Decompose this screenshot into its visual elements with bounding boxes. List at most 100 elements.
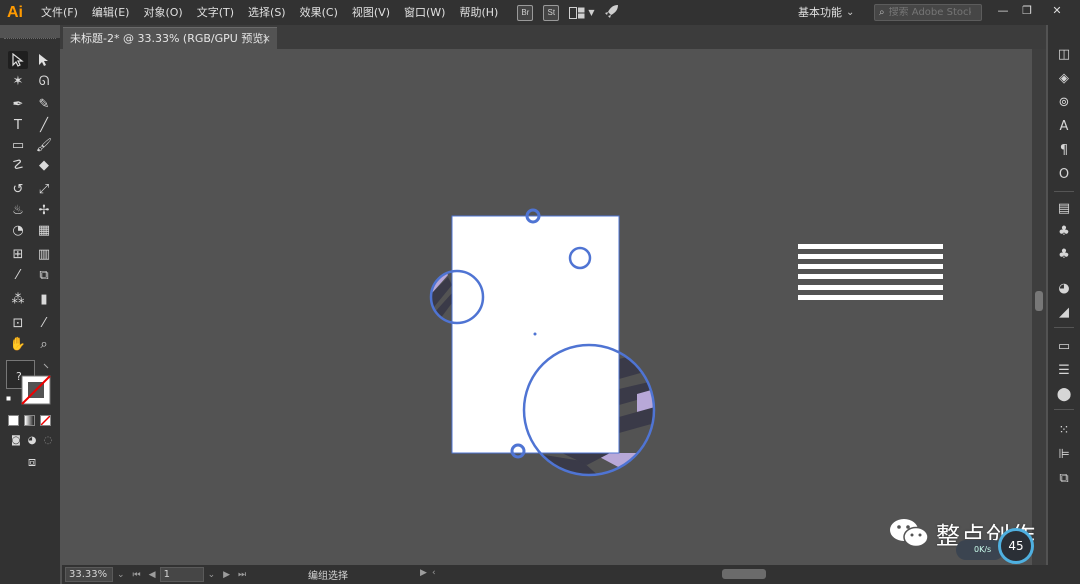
close-window-button[interactable]: ✕ [1044, 0, 1070, 22]
rocket-icon[interactable] [604, 3, 620, 22]
selection-tool-icon[interactable] [8, 51, 28, 69]
symbols-icon[interactable]: ♣ [1054, 222, 1074, 240]
mesh-tool-icon[interactable]: ⊞ [8, 245, 28, 263]
menu-object[interactable]: 对象(O) [136, 0, 189, 25]
warp-tool-icon[interactable]: ♨ [8, 201, 28, 219]
close-tab-button[interactable]: × [262, 28, 271, 49]
perspective-grid-tool-icon[interactable]: ▦ [34, 221, 54, 239]
draw-inside-icon[interactable]: ◌ [38, 431, 58, 449]
stock-search[interactable]: ⌕ [874, 4, 982, 21]
artboard-tool-icon[interactable]: ⊡ [8, 314, 28, 332]
color-guide-icon[interactable]: ◕ [1054, 279, 1074, 297]
pen-tool-icon[interactable]: ✒ [8, 95, 28, 113]
search-input[interactable] [888, 7, 971, 18]
arrange-documents-icon[interactable]: ▼ [569, 6, 594, 19]
puppet-warp-tool-icon[interactable]: ✢ [34, 201, 54, 219]
chevron-down-icon[interactable]: ⌄ [208, 570, 216, 580]
menu-view[interactable]: 视图(V) [345, 0, 397, 25]
paragraph-icon[interactable]: ¶ [1054, 141, 1074, 159]
align-icon[interactable]: ⊫ [1054, 445, 1074, 463]
opentype-icon[interactable]: O [1054, 165, 1074, 183]
scrollbar-thumb[interactable] [1035, 291, 1043, 311]
menu-file[interactable]: 文件(F) [34, 0, 85, 25]
blend-tool-icon[interactable]: ⧉ [34, 266, 54, 284]
libraries-icon[interactable]: ◫ [1054, 45, 1074, 63]
document-tab-title: 未标题-2* @ 33.33% (RGB/GPU 预览) [70, 32, 268, 45]
magic-wand-tool-icon[interactable]: ✶ [8, 72, 28, 90]
color-mode-button[interactable] [8, 415, 19, 426]
rotate-tool-icon[interactable]: ↺ [8, 180, 28, 198]
chevron-down-icon[interactable]: ⌄ [117, 570, 125, 580]
last-artboard-icon[interactable]: ⏭ [238, 570, 246, 580]
shape-builder-tool-icon[interactable]: ◔ [8, 221, 28, 239]
column-graph-tool-icon[interactable]: ▮ [34, 290, 54, 308]
stock-icon[interactable]: St [543, 4, 560, 21]
hand-tool-icon[interactable]: ✋ [8, 335, 28, 353]
slice-tool-icon[interactable]: ⁄ [34, 314, 54, 332]
scroll-left-icon[interactable]: ‹ [432, 568, 436, 578]
next-artboard-icon[interactable]: ▶ [223, 570, 230, 580]
prev-artboard-icon[interactable]: ◀ [149, 570, 156, 580]
first-artboard-icon[interactable]: ⏮ [133, 570, 141, 580]
document-tab[interactable]: 未标题-2* @ 33.33% (RGB/GPU 预览) × [63, 27, 277, 49]
main-menu: 文件(F) 编辑(E) 对象(O) 文字(T) 选择(S) 效果(C) 视图(V… [34, 0, 505, 25]
svg-text:?: ? [16, 370, 22, 383]
panel-grip[interactable] [4, 38, 56, 44]
appearance-icon[interactable]: ⬤ [1054, 385, 1074, 403]
menu-select[interactable]: 选择(S) [241, 0, 293, 25]
direct-selection-tool-icon[interactable] [34, 51, 54, 69]
shaper-tool-icon[interactable]: ☡ [8, 156, 28, 174]
screen-mode-icon[interactable]: ⧈ [20, 453, 44, 471]
zoom-field[interactable]: 33.33% [65, 567, 113, 582]
type-tool-icon[interactable]: T [8, 116, 28, 134]
menu-edit[interactable]: 编辑(E) [85, 0, 137, 25]
align-lines-icon[interactable]: ☰ [1054, 361, 1074, 379]
zoom-tool-icon[interactable]: ⌕ [34, 335, 54, 353]
tools-panel: ✶ ᘏ ✒ ✎ T ╱ ▭ 🖌 ☡ ◆ ↺ ⤢ ♨ ✢ ◔ ▦ ⊞ ▥ ⁄ ⧉ … [0, 38, 60, 584]
gradient-tool-icon[interactable]: ▥ [34, 245, 54, 263]
paintbrush-tool-icon[interactable]: 🖌 [34, 136, 54, 154]
curvature-tool-icon[interactable]: ✎ [34, 95, 54, 113]
panel-dock: ◫ ◈ ⊚ A ¶ O ▤ ♣ ♣ ◕ ◢ ▭ ☰ ⬤ ⁙ ⊫ ⧉ [1048, 25, 1080, 584]
menu-bar: Ai 文件(F) 编辑(E) 对象(O) 文字(T) 选择(S) 效果(C) 视… [0, 0, 1080, 25]
none-mode-button[interactable] [40, 415, 51, 426]
minimize-button[interactable]: — [990, 0, 1016, 22]
gradient-mode-button[interactable] [24, 415, 35, 426]
restore-button[interactable]: ❐ [1014, 0, 1040, 22]
status-text: 编组选择 [308, 571, 348, 582]
symbol-sprayer-tool-icon[interactable]: ⁂ [8, 290, 28, 308]
network-ring-value: 45 [1008, 539, 1024, 553]
horizontal-scrollbar-thumb[interactable] [722, 569, 766, 579]
vertical-scrollbar[interactable] [1032, 49, 1046, 565]
workspace-switcher[interactable]: 基本功能 [798, 0, 842, 25]
image-trace-icon[interactable]: ▤ [1054, 199, 1074, 217]
menu-effect[interactable]: 效果(C) [293, 0, 345, 25]
eyedropper-tool-icon[interactable]: ⁄ [8, 266, 28, 284]
menu-window[interactable]: 窗口(W) [397, 0, 452, 25]
gradient-panel-icon[interactable]: ◢ [1054, 303, 1074, 321]
bridge-icon[interactable]: Br [517, 4, 534, 21]
character-icon[interactable]: A [1054, 117, 1074, 135]
eraser-tool-icon[interactable]: ◆ [34, 156, 54, 174]
lasso-tool-icon[interactable]: ᘏ [34, 72, 54, 90]
app-bar-icons: Br St ▼ [517, 3, 620, 22]
menu-help[interactable]: 帮助(H) [452, 0, 505, 25]
menu-type[interactable]: 文字(T) [190, 0, 241, 25]
search-icon: ⌕ [879, 7, 885, 18]
artboard-number-field[interactable]: 1 [159, 567, 204, 582]
scale-tool-icon[interactable]: ⤢ [34, 180, 54, 198]
wechat-logo-icon [890, 519, 929, 548]
stroke-panel-icon[interactable]: ▭ [1054, 337, 1074, 355]
network-speed-text: 0K/s [974, 545, 992, 554]
rectangle-tool-icon[interactable]: ▭ [8, 136, 28, 154]
line-tool-icon[interactable]: ╱ [34, 116, 54, 134]
brushes-icon[interactable]: ♣ [1054, 245, 1074, 263]
pathfinder-icon[interactable]: ⧉ [1054, 469, 1074, 487]
status-menu-arrow-icon[interactable]: ▶ [420, 568, 427, 578]
transform-icon[interactable]: ⁙ [1054, 421, 1074, 439]
cc-libraries-icon[interactable]: ⊚ [1054, 93, 1074, 111]
canvas[interactable] [62, 49, 1032, 565]
chevron-down-icon[interactable]: ⌄ [846, 0, 854, 25]
fill-stroke-widget[interactable]: ? [5, 360, 54, 408]
layers-icon[interactable]: ◈ [1054, 69, 1074, 87]
